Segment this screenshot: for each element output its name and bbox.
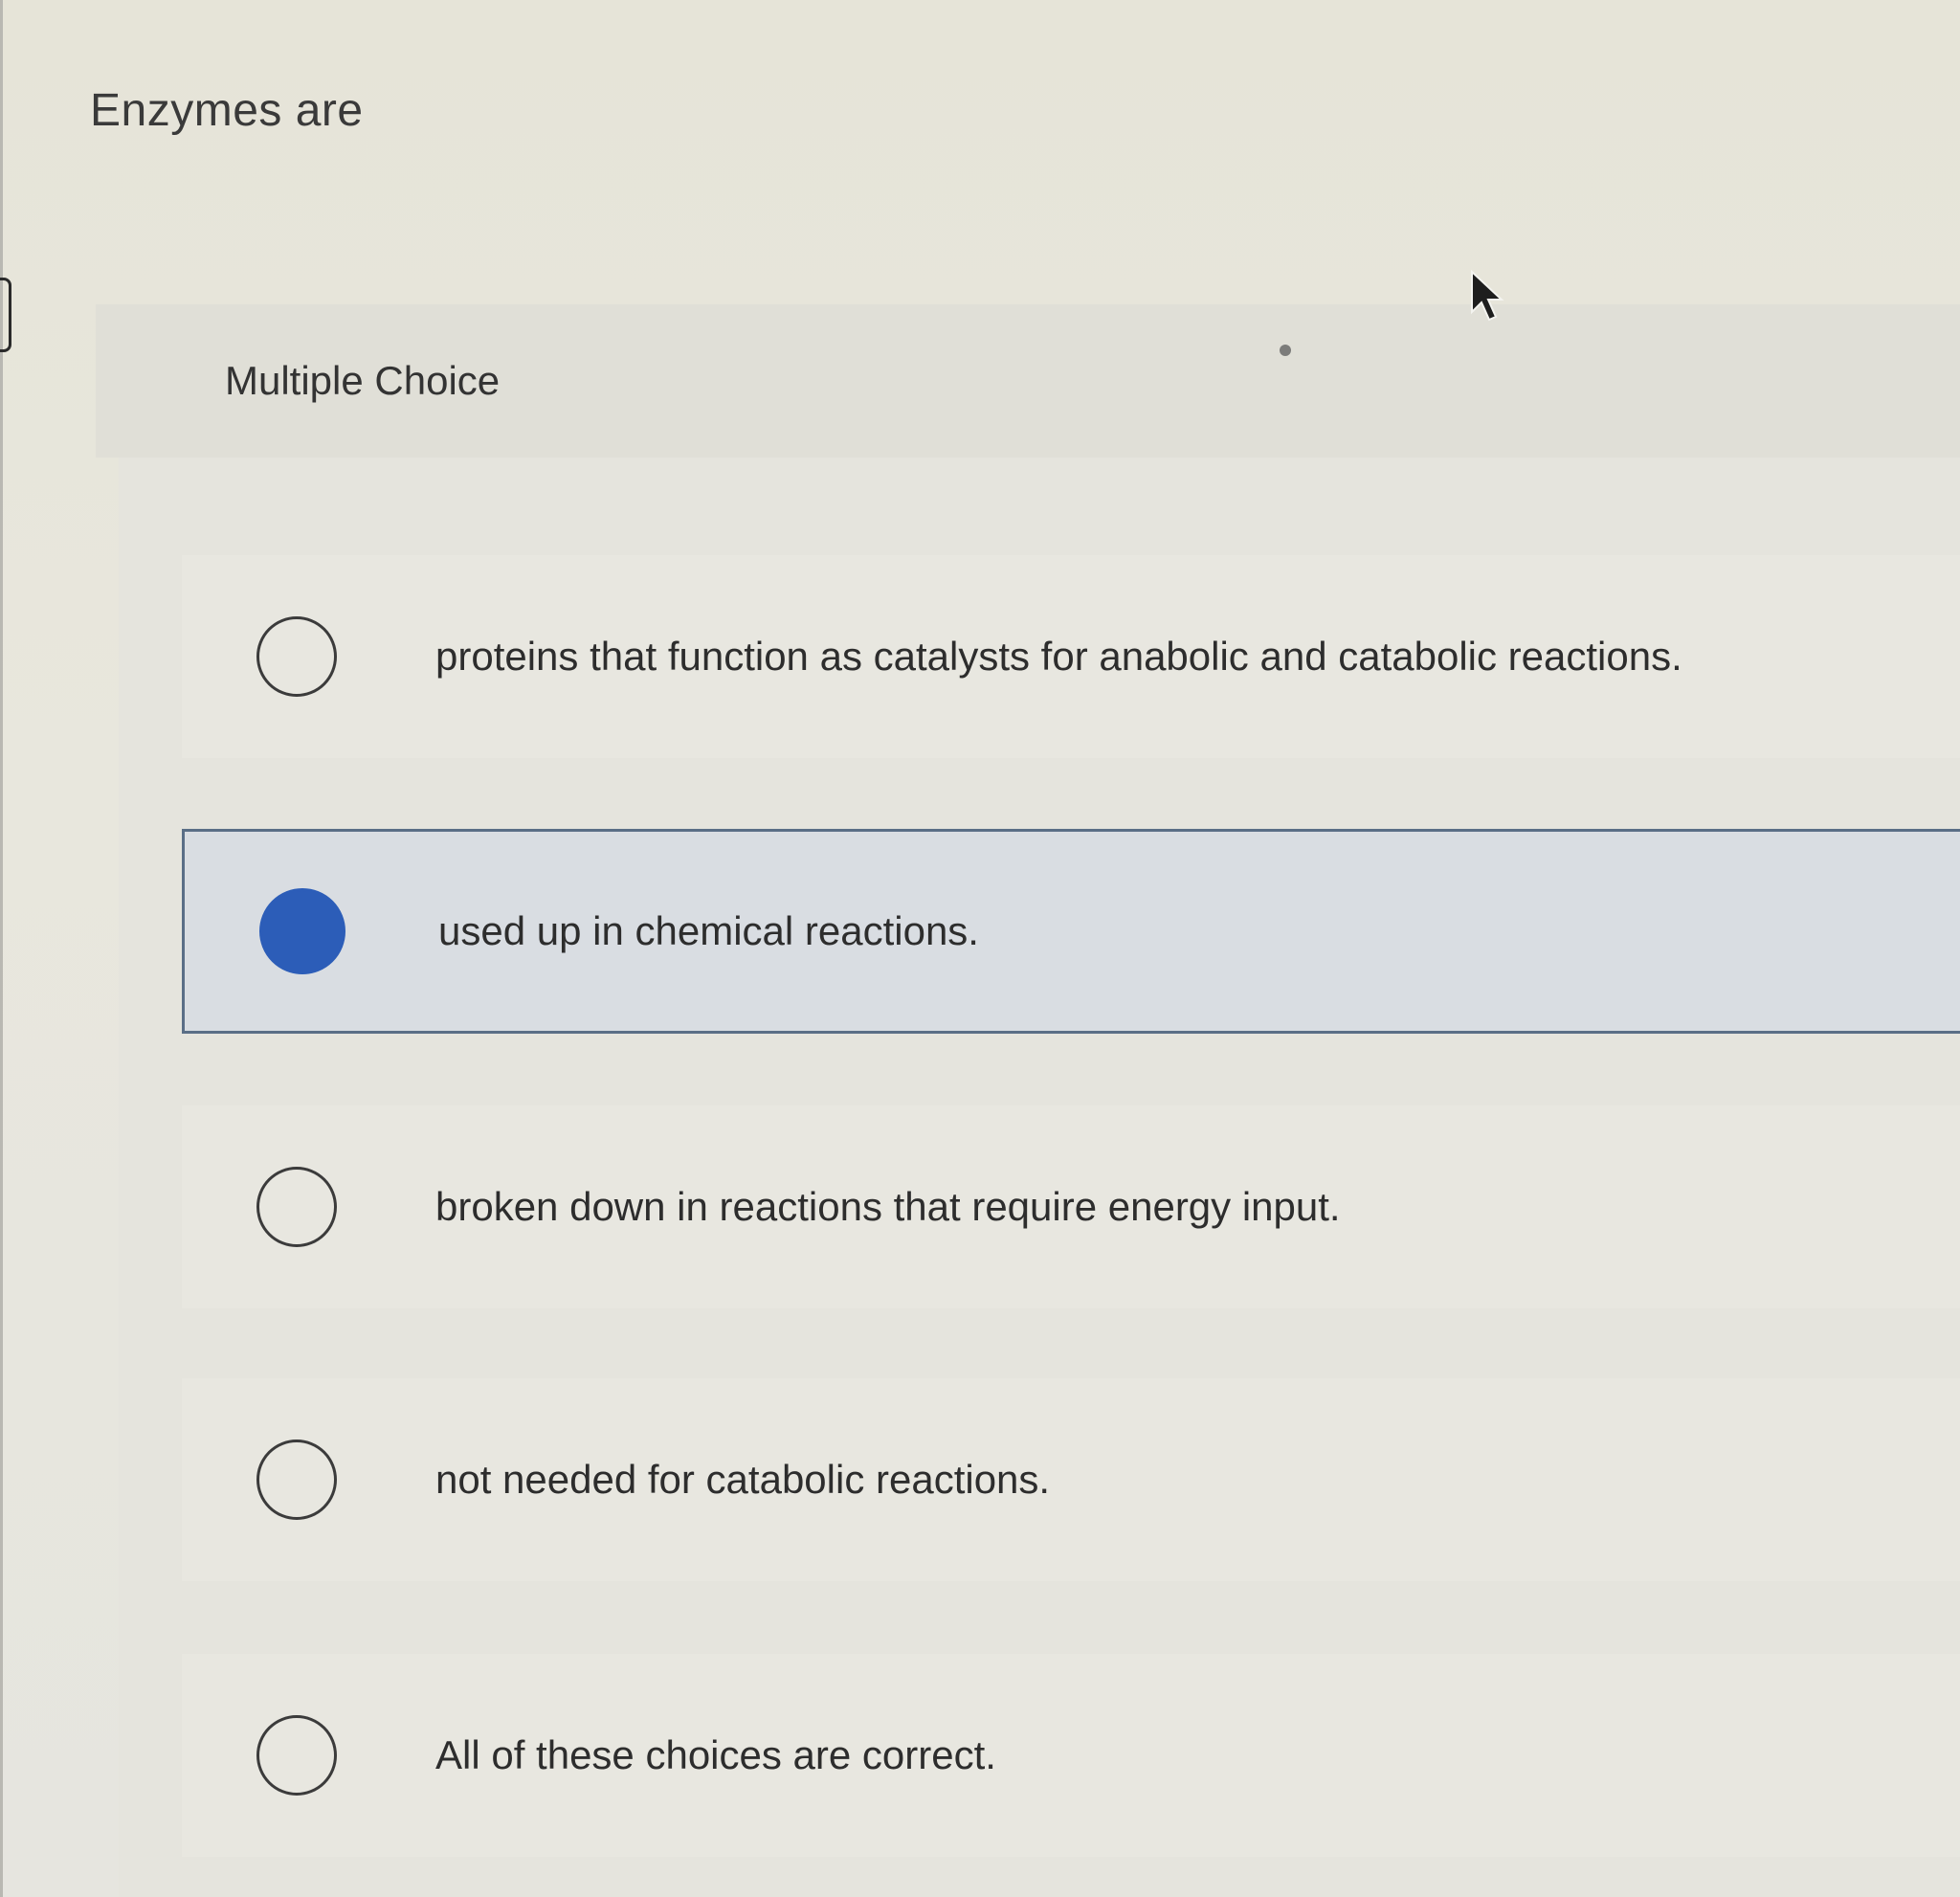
choice-option-2[interactable]: used up in chemical reactions. — [182, 829, 1960, 1034]
choice-label: broken down in reactions that require en… — [435, 1184, 1341, 1229]
choice-label: All of these choices are correct. — [435, 1732, 996, 1777]
radio-unselected-icon[interactable] — [256, 1715, 337, 1796]
choice-label: proteins that function as catalysts for … — [435, 634, 1682, 679]
question-type-label: Multiple Choice — [225, 358, 501, 403]
choice-option-4[interactable]: not needed for catabolic reactions. — [182, 1378, 1960, 1581]
choice-option-5[interactable]: All of these choices are correct. — [182, 1654, 1960, 1857]
question-page: Enzymes are Multiple Choice proteins tha… — [0, 0, 1960, 1897]
question-prompt: Enzymes are — [90, 85, 364, 136]
mouse-pointer-icon — [1471, 270, 1504, 322]
radio-selected-icon[interactable] — [259, 888, 345, 974]
choice-label: not needed for catabolic reactions. — [435, 1457, 1051, 1502]
radio-unselected-icon[interactable] — [256, 1439, 337, 1520]
screen-speck — [1280, 345, 1291, 356]
radio-unselected-icon[interactable] — [256, 1167, 337, 1247]
radio-unselected-icon[interactable] — [256, 616, 337, 697]
choice-option-1[interactable]: proteins that function as catalysts for … — [182, 555, 1960, 758]
side-tab-handle[interactable] — [0, 278, 11, 352]
choice-option-3[interactable]: broken down in reactions that require en… — [182, 1105, 1960, 1308]
choice-label: used up in chemical reactions. — [438, 908, 979, 953]
